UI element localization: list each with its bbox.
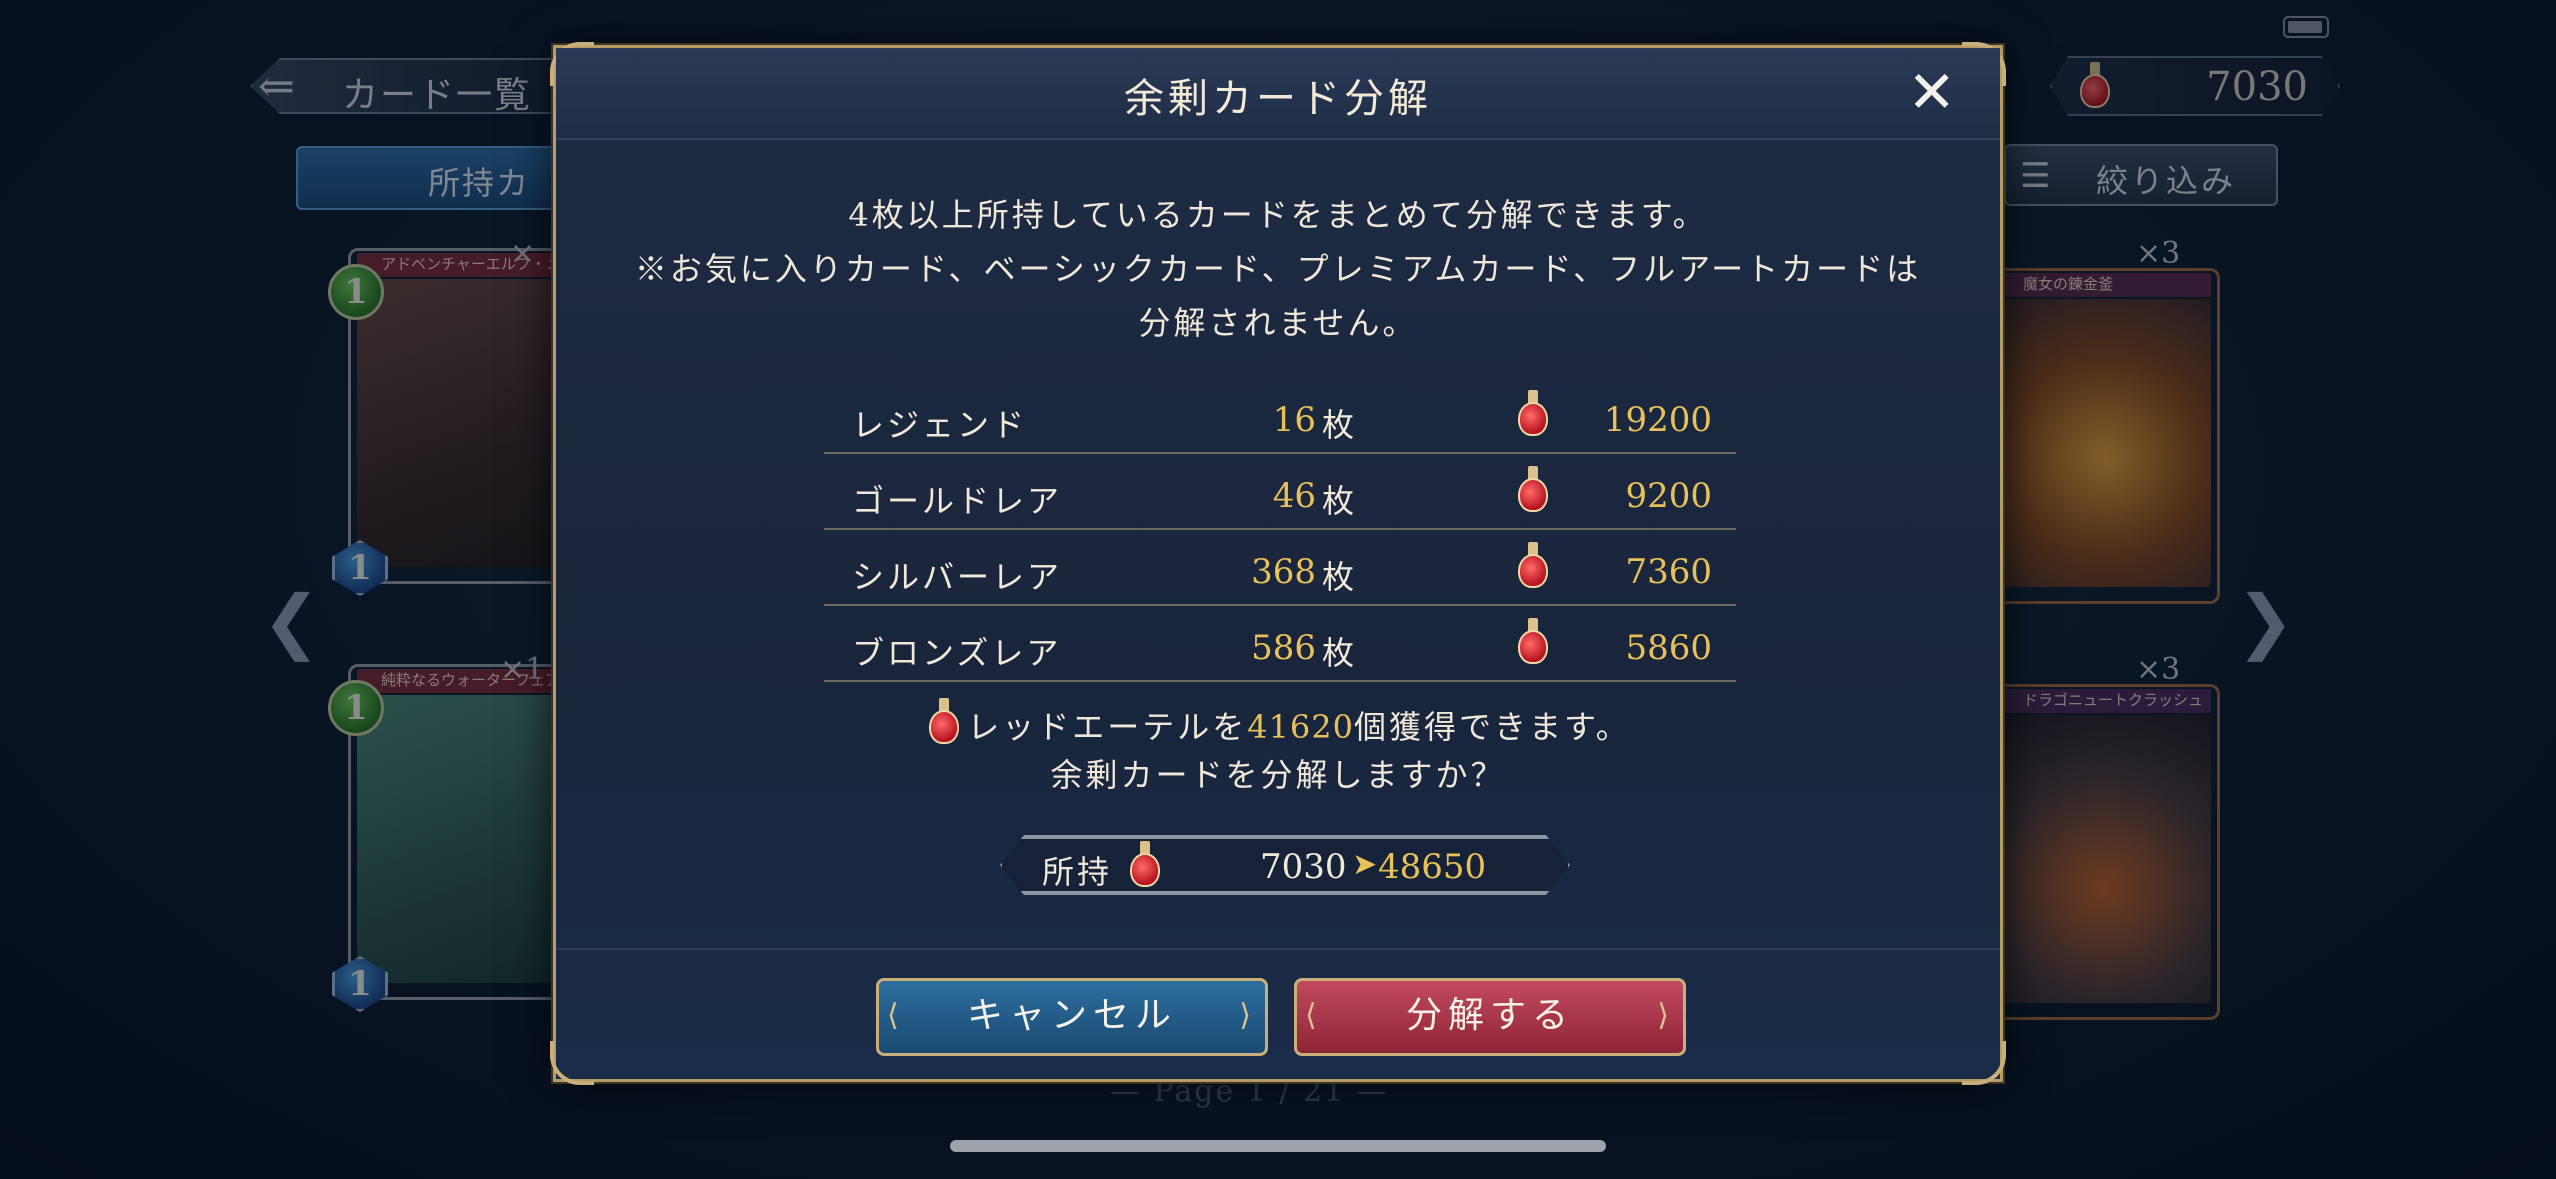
rarity-label: ブロンズレア	[852, 634, 1062, 672]
gain-suffix: 個獲得できます。	[1354, 708, 1631, 746]
owned-label: 所持	[1042, 853, 1113, 891]
description-line-2: ※お気に入りカード、ベーシックカード、プレミアムカード、フルアートカードは	[634, 250, 1922, 288]
rarity-label: レジェンド	[852, 406, 1028, 444]
card-quantity: 368	[1251, 552, 1316, 592]
unit-label: 枚	[1322, 406, 1355, 444]
red-ether-icon	[1514, 618, 1552, 672]
ether-value: 9200	[1625, 476, 1712, 516]
table-row: ゴールドレア 46 枚 9200	[824, 454, 1736, 530]
table-row: レジェンド 16 枚 19200	[824, 378, 1736, 454]
red-ether-icon	[1514, 542, 1552, 596]
description-line-3: 分解されません。	[1138, 304, 1418, 342]
dismantle-summary-table: レジェンド 16 枚 19200 ゴールドレア 46 枚 9200 シルバーレア…	[824, 378, 1736, 682]
home-indicator[interactable]	[950, 1140, 1606, 1152]
table-row: シルバーレア 368 枚 7360	[824, 530, 1736, 606]
ether-value: 19200	[1603, 400, 1712, 440]
rarity-label: シルバーレア	[852, 558, 1063, 596]
red-ether-icon	[1126, 841, 1164, 895]
ether-value: 5860	[1625, 628, 1712, 668]
red-ether-icon	[1514, 390, 1552, 444]
red-ether-icon	[925, 698, 963, 748]
dialog-header: 余剰カード分解 ✕	[556, 48, 2000, 140]
card-quantity: 46	[1272, 476, 1316, 516]
card-quantity: 16	[1272, 400, 1316, 440]
owned-ether-preview: 所持 7030 ➤ 48650	[1000, 835, 1570, 895]
confirm-question: 余剰カードを分解しますか？	[1050, 756, 1506, 794]
table-row: ブロンズレア 586 枚 5860	[824, 606, 1736, 682]
ether-value: 7360	[1625, 552, 1712, 592]
unit-label: 枚	[1322, 482, 1355, 520]
unit-label: 枚	[1322, 558, 1355, 596]
rarity-label: ゴールドレア	[852, 482, 1063, 520]
dialog-title: 余剰カード分解	[1124, 76, 1432, 122]
gain-prefix: レッドエーテルを	[967, 708, 1248, 746]
owned-current-value: 7030	[1260, 847, 1347, 887]
unit-label: 枚	[1322, 634, 1355, 672]
footer-divider	[556, 948, 2000, 950]
arrow-right-icon: ➤	[1352, 847, 1378, 882]
surplus-card-dismantle-dialog: 余剰カード分解 ✕ 4枚以上所持しているカードをまとめて分解できます。 ※お気に…	[550, 42, 2006, 1085]
gain-summary: レッドエーテルを41620個獲得できます。	[556, 698, 2000, 748]
close-icon[interactable]: ✕	[1907, 62, 1956, 122]
cancel-button[interactable]: キャンセル	[876, 978, 1268, 1056]
gain-amount: 41620	[1247, 708, 1354, 746]
owned-after-value: 48650	[1378, 847, 1487, 887]
red-ether-icon	[1514, 466, 1552, 520]
description-line-1: 4枚以上所持しているカードをまとめて分解できます。	[848, 196, 1708, 234]
frame-corner	[550, 1041, 594, 1085]
card-quantity: 586	[1251, 628, 1316, 668]
dismantle-button[interactable]: 分解する	[1294, 978, 1686, 1056]
frame-corner	[1962, 1041, 2006, 1085]
